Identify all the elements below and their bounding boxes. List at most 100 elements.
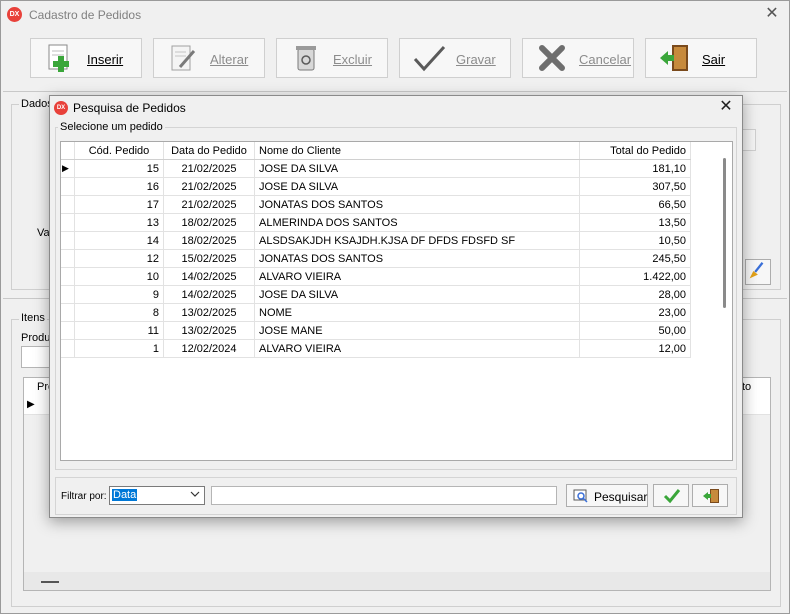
chevron-down-icon: [190, 489, 200, 501]
app-logo-icon: DX: [7, 7, 22, 22]
table-row[interactable]: 10 14/02/2025 ALVARO VIEIRA 1.422,00: [61, 267, 691, 286]
inserir-button[interactable]: Inserir: [30, 38, 142, 78]
cell-data[interactable]: 18/02/2025: [163, 231, 255, 250]
cell-codigo[interactable]: 10: [74, 267, 164, 286]
cell-cliente[interactable]: ALSDSAKJDH KSAJDH.KJSA DF DFDS FDSFD SF: [254, 231, 580, 250]
table-row[interactable]: 14 18/02/2025 ALSDSAKJDH KSAJDH.KJSA DF DF…: [61, 231, 691, 250]
cell-data[interactable]: 21/02/2025: [163, 177, 255, 196]
vertical-scrollbar[interactable]: [716, 142, 732, 460]
cell-total[interactable]: 66,50: [579, 195, 691, 214]
table-row[interactable]: ▶ 15 21/02/2025 JOSE DA SILVA 181,10: [61, 159, 691, 178]
gravar-button[interactable]: Gravar: [399, 38, 511, 78]
table-row[interactable]: 1 12/02/2024 ALVARO VIEIRA 12,00: [61, 339, 691, 358]
cell-cliente[interactable]: NOME: [254, 303, 580, 322]
filter-label: Filtrar por:: [61, 491, 107, 502]
row-indicator-cell: [61, 303, 75, 322]
cell-data[interactable]: 18/02/2025: [163, 213, 255, 232]
cell-total[interactable]: 245,50: [579, 249, 691, 268]
cell-total[interactable]: 28,00: [579, 285, 691, 304]
cell-total[interactable]: 307,50: [579, 177, 691, 196]
col-data-header[interactable]: Data do Pedido: [163, 142, 255, 160]
cell-total[interactable]: 10,50: [579, 231, 691, 250]
cell-cliente[interactable]: ALMERINDA DOS SANTOS: [254, 213, 580, 232]
table-row[interactable]: 13 18/02/2025 ALMERINDA DOS SANTOS 13,50: [61, 213, 691, 232]
cell-codigo[interactable]: 1: [74, 339, 164, 358]
cell-codigo[interactable]: 14: [74, 231, 164, 250]
cell-data[interactable]: 14/02/2025: [163, 267, 255, 286]
row-indicator-cell: [61, 195, 75, 214]
pesquisar-button[interactable]: Pesquisar: [566, 484, 648, 507]
cell-cliente[interactable]: ALVARO VIEIRA: [254, 339, 580, 358]
cell-data[interactable]: 21/02/2025: [163, 195, 255, 214]
sair-button[interactable]: Sair: [645, 38, 757, 78]
cell-data[interactable]: 21/02/2025: [163, 159, 255, 178]
cell-data[interactable]: 15/02/2025: [163, 249, 255, 268]
row-indicator-cell: [61, 177, 75, 196]
table-row[interactable]: 12 15/02/2025 JONATAS DOS SANTOS 245,50: [61, 249, 691, 268]
confirm-button[interactable]: [653, 484, 689, 507]
title-bar: DX Cadastro de Pedidos ✕: [1, 1, 789, 29]
pesquisar-label: Pesquisar: [594, 490, 648, 504]
table-row[interactable]: 11 13/02/2025 JOSE MANE 50,00: [61, 321, 691, 340]
cell-cliente[interactable]: JONATAS DOS SANTOS: [254, 249, 580, 268]
table-row[interactable]: 9 14/02/2025 JOSE DA SILVA 28,00: [61, 285, 691, 304]
edit-icon: [171, 45, 196, 71]
cell-codigo[interactable]: 13: [74, 213, 164, 232]
col-cliente-header[interactable]: Nome do Cliente: [254, 142, 580, 160]
cell-cliente[interactable]: JOSE MANE: [254, 321, 580, 340]
cell-codigo[interactable]: 8: [74, 303, 164, 322]
cell-total[interactable]: 181,10: [579, 159, 691, 178]
filter-bar: Filtrar por: Data Pesquisar: [55, 477, 737, 515]
pesquisa-dialog: DX Pesquisa de Pedidos ✕ Selecione um pe…: [49, 95, 743, 518]
door-exit-icon: [660, 45, 688, 71]
indicator-header: [61, 142, 75, 160]
cell-cliente[interactable]: JOSE DA SILVA: [254, 159, 580, 178]
row-indicator-cell: [61, 249, 75, 268]
cell-cliente[interactable]: JOSE DA SILVA: [254, 177, 580, 196]
table-row[interactable]: 16 21/02/2025 JOSE DA SILVA 307,50: [61, 177, 691, 196]
selecione-group-label: Selecione um pedido: [58, 121, 165, 133]
dialog-close-button[interactable]: ✕: [716, 97, 736, 117]
cell-codigo[interactable]: 9: [74, 285, 164, 304]
cell-codigo[interactable]: 15: [74, 159, 164, 178]
cancelar-button[interactable]: Cancelar: [522, 38, 634, 78]
background-field-edge: [742, 129, 756, 151]
row-indicator-cell: [61, 231, 75, 250]
cell-data[interactable]: 14/02/2025: [163, 285, 255, 304]
cell-total[interactable]: 12,00: [579, 339, 691, 358]
cell-codigo[interactable]: 16: [74, 177, 164, 196]
cell-cliente[interactable]: ALVARO VIEIRA: [254, 267, 580, 286]
table-row[interactable]: 17 21/02/2025 JONATAS DOS SANTOS 66,50: [61, 195, 691, 214]
cell-data[interactable]: 13/02/2025: [163, 303, 255, 322]
document-add-icon: [48, 44, 69, 72]
broom-button[interactable]: [745, 259, 771, 285]
inserir-label: Inserir: [87, 52, 124, 67]
cell-cliente[interactable]: JOSE DA SILVA: [254, 285, 580, 304]
exit-button[interactable]: [692, 484, 728, 507]
window-close-button[interactable]: ✕: [763, 5, 781, 23]
cell-total[interactable]: 1.422,00: [579, 267, 691, 286]
cell-data[interactable]: 12/02/2024: [163, 339, 255, 358]
search-input[interactable]: [211, 486, 557, 505]
dialog-title: Pesquisa de Pedidos: [73, 101, 186, 115]
dialog-logo-icon: DX: [54, 101, 68, 115]
col-total-header[interactable]: Total do Pedido: [579, 142, 691, 160]
search-icon: [573, 489, 588, 503]
excluir-button[interactable]: Excluir: [276, 38, 388, 78]
alterar-button[interactable]: Alterar: [153, 38, 265, 78]
cell-total[interactable]: 50,00: [579, 321, 691, 340]
col-codigo-header[interactable]: Cód. Pedido: [74, 142, 164, 160]
row-indicator-cell: [61, 321, 75, 340]
cell-codigo[interactable]: 11: [74, 321, 164, 340]
cell-total[interactable]: 23,00: [579, 303, 691, 322]
cell-codigo[interactable]: 17: [74, 195, 164, 214]
filter-select[interactable]: Data: [109, 486, 205, 505]
cell-total[interactable]: 13,50: [579, 213, 691, 232]
cell-data[interactable]: 13/02/2025: [163, 321, 255, 340]
table-row[interactable]: 8 13/02/2025 NOME 23,00: [61, 303, 691, 322]
cell-cliente[interactable]: JONATAS DOS SANTOS: [254, 195, 580, 214]
gravar-label: Gravar: [456, 52, 496, 67]
cell-codigo[interactable]: 12: [74, 249, 164, 268]
broom-icon: [749, 262, 764, 279]
scrollbar-thumb[interactable]: [723, 158, 726, 308]
